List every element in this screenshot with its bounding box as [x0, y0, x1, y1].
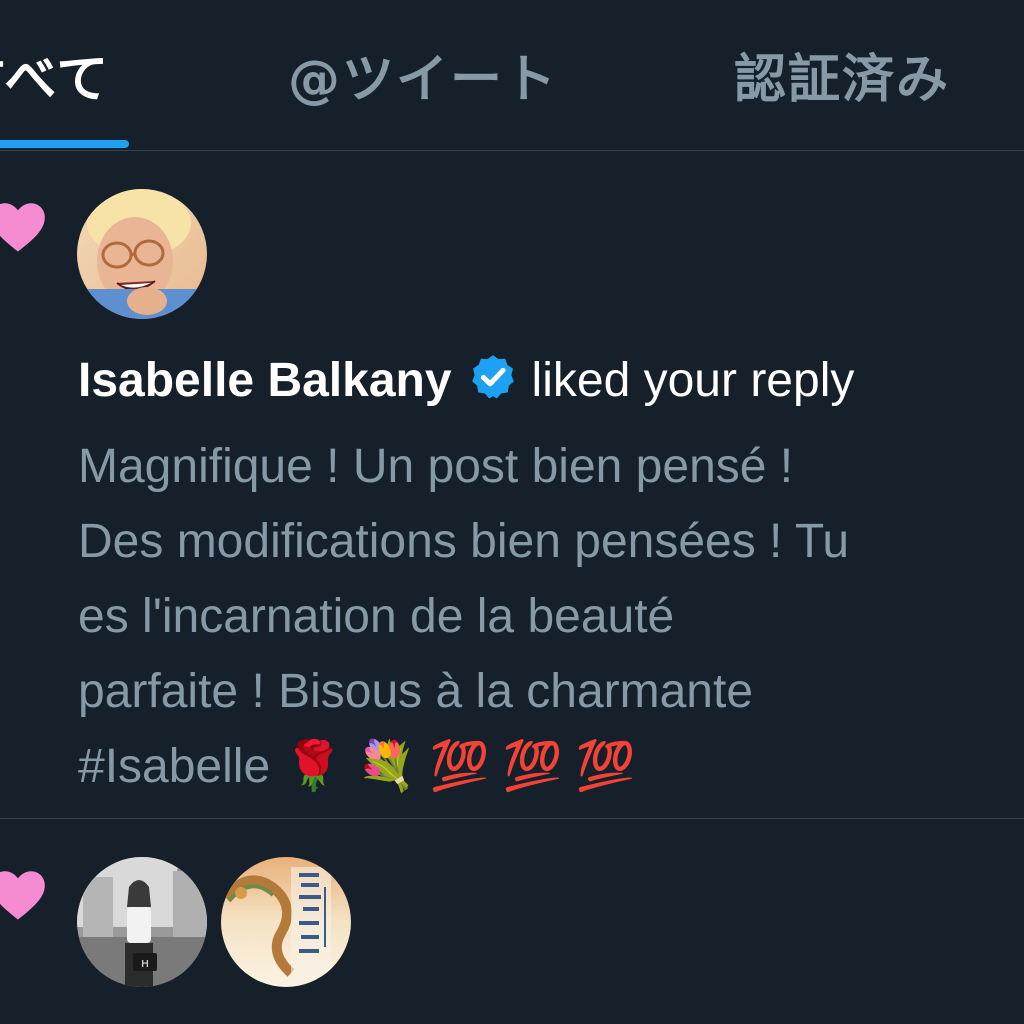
author-name[interactable]: Isabelle Balkany	[78, 354, 452, 407]
liked-reply-text[interactable]: Magnifique ! Un post bien pensé ! Des mo…	[78, 429, 1008, 804]
notification-headline: Isabelle Balkany liked your reply	[78, 351, 854, 411]
svg-text:H: H	[141, 959, 149, 970]
woman-photo-avatar[interactable]: H	[77, 857, 207, 987]
active-tab-indicator	[0, 140, 129, 148]
notifications-screen: すべて @ツイート 認証済み	[0, 0, 1024, 1024]
dragon-book-cover-avatar[interactable]	[221, 857, 351, 987]
tab-mentions[interactable]: @ツイート	[288, 44, 558, 116]
verified-badge-icon	[471, 355, 514, 399]
heart-icon	[0, 203, 45, 252]
notification-item[interactable]: Isabelle Balkany liked your reply Magnif…	[0, 151, 1024, 819]
tab-all[interactable]: すべて	[0, 44, 110, 116]
notification-tabs: すべて @ツイート 認証済み	[0, 0, 1024, 151]
notification-item[interactable]: H	[0, 819, 1024, 1024]
action-text: liked your reply	[531, 354, 855, 407]
tab-verified[interactable]: 認証済み	[734, 44, 950, 116]
user-avatar[interactable]	[77, 189, 207, 319]
heart-icon	[0, 871, 45, 920]
